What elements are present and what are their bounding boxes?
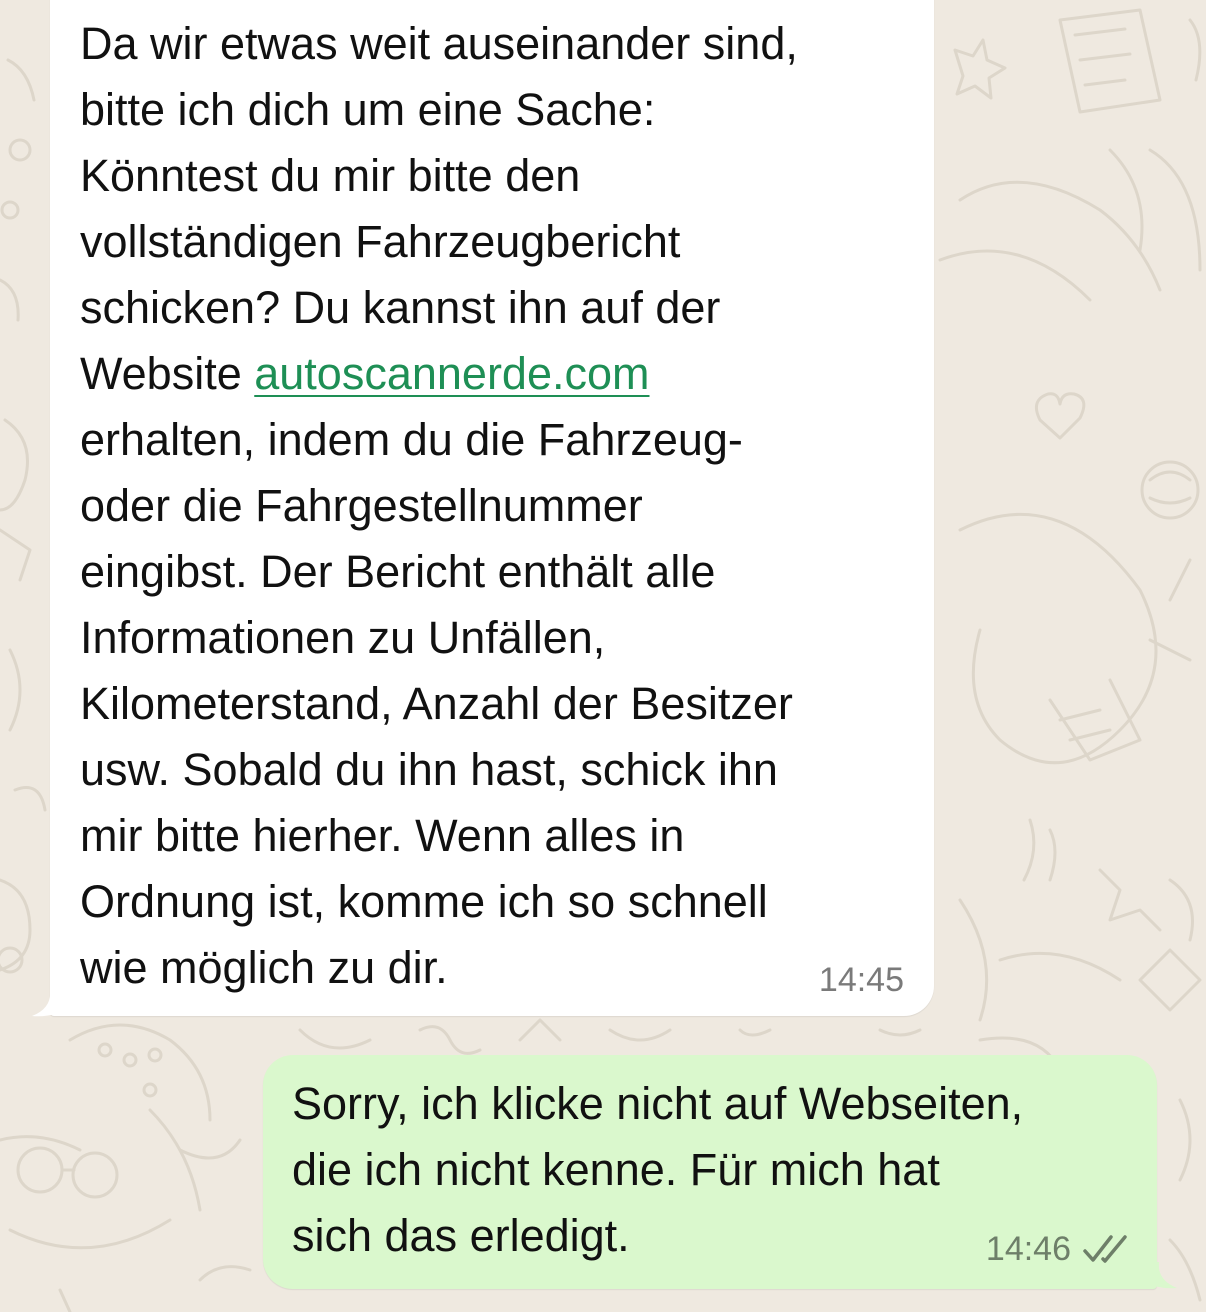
outgoing-bubble-tail	[1137, 1262, 1177, 1289]
outgoing-message-bubble[interactable]: Sorry, ich klicke nicht auf Webseiten, d…	[263, 1055, 1157, 1289]
incoming-bubble-tail	[32, 990, 72, 1017]
double-check-icon	[1083, 1235, 1127, 1263]
incoming-message-text: Da wir etwas weit auseinander sind, bitt…	[80, 11, 910, 1001]
incoming-message-text-part: erhalten, indem du die Fahrzeug- oder di…	[80, 414, 793, 993]
outgoing-message-time: 14:46	[985, 1230, 1071, 1268]
incoming-message-bubble[interactable]: Da wir etwas weit auseinander sind, bitt…	[50, 0, 934, 1016]
message-link[interactable]: autoscannerde.com	[254, 348, 649, 399]
incoming-message-time: 14:45	[818, 961, 904, 999]
incoming-message-text-part: Da wir etwas weit auseinander sind, bitt…	[80, 18, 798, 399]
